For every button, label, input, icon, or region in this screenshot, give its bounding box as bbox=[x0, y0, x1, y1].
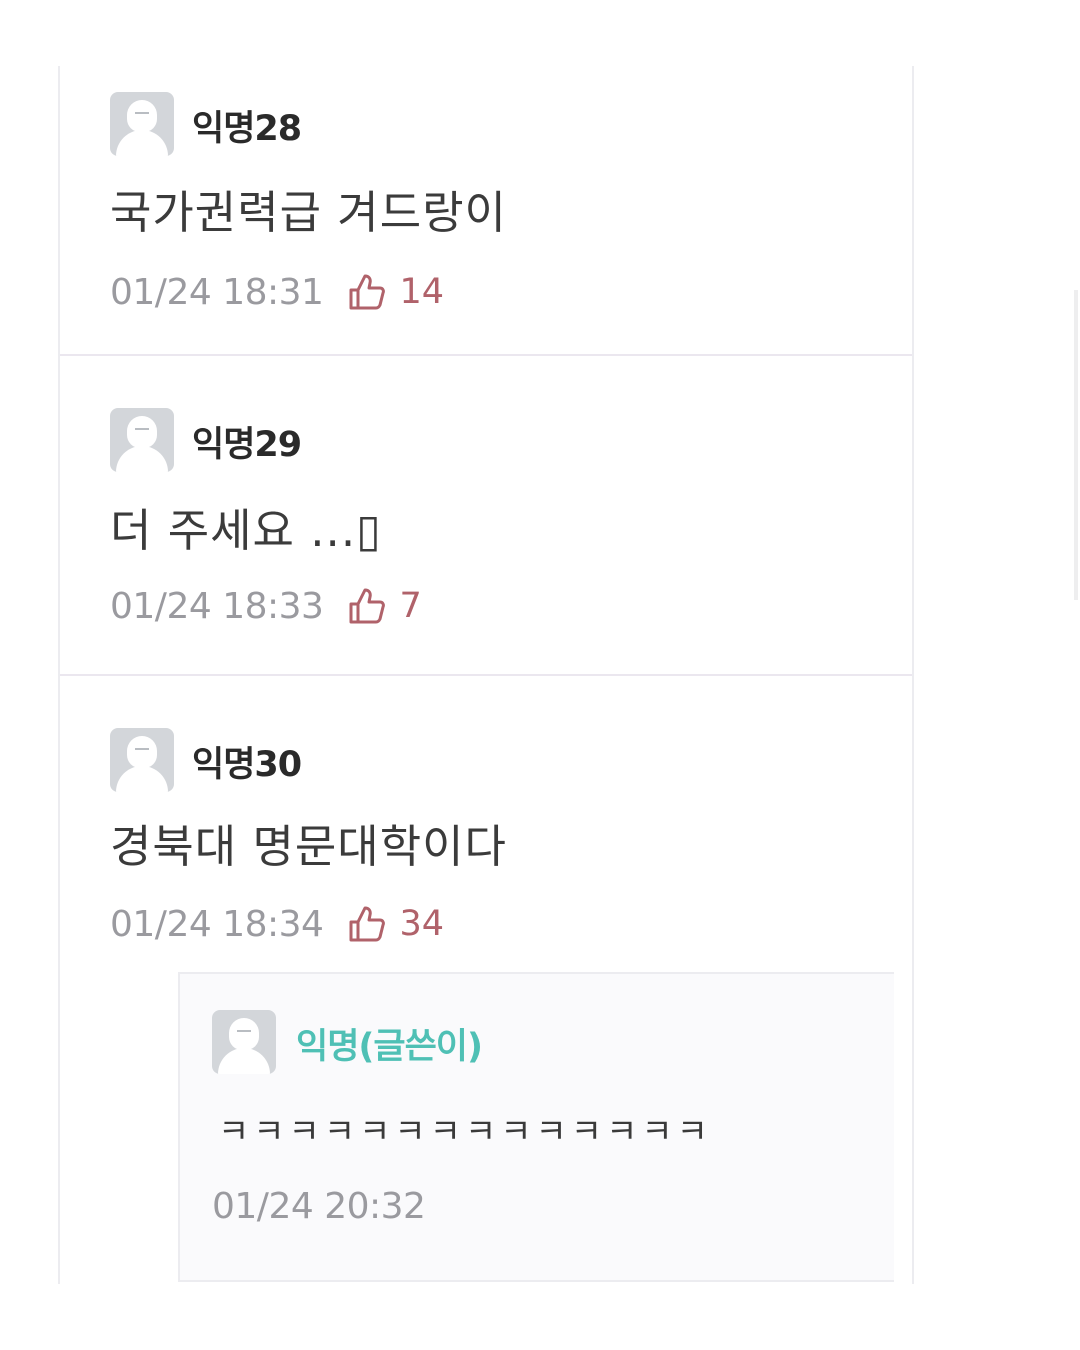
avatar-icon[interactable] bbox=[212, 1010, 276, 1074]
reply-text: ㅋㅋㅋㅋㅋㅋㅋㅋㅋㅋㅋㅋㅋㅋ bbox=[218, 1112, 712, 1152]
comment-list: 익명28 국가권력급 겨드랑이 01/24 18:31 14 익명29 더 주세… bbox=[58, 66, 914, 1284]
comment-timestamp: 01/24 18:33 bbox=[110, 585, 324, 627]
comment-author[interactable]: 익명28 bbox=[192, 100, 302, 151]
like-button[interactable]: 34 bbox=[347, 904, 444, 944]
comment-author[interactable]: 익명30 bbox=[192, 736, 302, 787]
comment-author[interactable]: 익명29 bbox=[192, 416, 302, 467]
thumbs-up-icon bbox=[349, 906, 386, 942]
comment-item: 익명28 국가권력급 겨드랑이 01/24 18:31 14 bbox=[60, 66, 912, 356]
like-count: 34 bbox=[399, 904, 444, 944]
like-count: 14 bbox=[399, 272, 444, 312]
scroll-edge bbox=[1074, 290, 1078, 600]
avatar-icon[interactable] bbox=[110, 408, 174, 472]
comment-timestamp: 01/24 18:34 bbox=[110, 903, 324, 945]
avatar-icon[interactable] bbox=[110, 728, 174, 792]
comment-page: 익명28 국가권력급 겨드랑이 01/24 18:31 14 익명29 더 주세… bbox=[0, 0, 1080, 1350]
reply-author[interactable]: 익명(글쓴이) bbox=[296, 1018, 483, 1069]
comment-item: 익명29 더 주세요 ...▯ 01/24 18:33 7 bbox=[60, 356, 912, 676]
comment-meta: 01/24 18:31 14 bbox=[110, 270, 444, 314]
comment-item: 익명30 경북대 명문대학이다 01/24 18:34 34 익명(글쓴이) ㅋ… bbox=[60, 676, 912, 1284]
comment-timestamp: 01/24 18:31 bbox=[110, 271, 324, 313]
avatar-icon[interactable] bbox=[110, 92, 174, 156]
reply-timestamp: 01/24 20:32 bbox=[212, 1185, 426, 1227]
comment-text: 경북대 명문대학이다 bbox=[110, 820, 507, 873]
reply-meta: 01/24 20:32 bbox=[212, 1184, 426, 1228]
comment-text: 더 주세요 ...▯ bbox=[110, 504, 382, 557]
thumbs-up-icon bbox=[349, 274, 386, 310]
reply-item: 익명(글쓴이) ㅋㅋㅋㅋㅋㅋㅋㅋㅋㅋㅋㅋㅋㅋ 01/24 20:32 bbox=[178, 972, 894, 1282]
like-button[interactable]: 14 bbox=[347, 272, 444, 312]
comment-meta: 01/24 18:33 7 bbox=[110, 584, 422, 628]
like-button[interactable]: 7 bbox=[347, 586, 422, 626]
like-count: 7 bbox=[399, 586, 422, 626]
comment-meta: 01/24 18:34 34 bbox=[110, 902, 444, 946]
thumbs-up-icon bbox=[349, 588, 386, 624]
comment-text: 국가권력급 겨드랑이 bbox=[110, 186, 507, 239]
